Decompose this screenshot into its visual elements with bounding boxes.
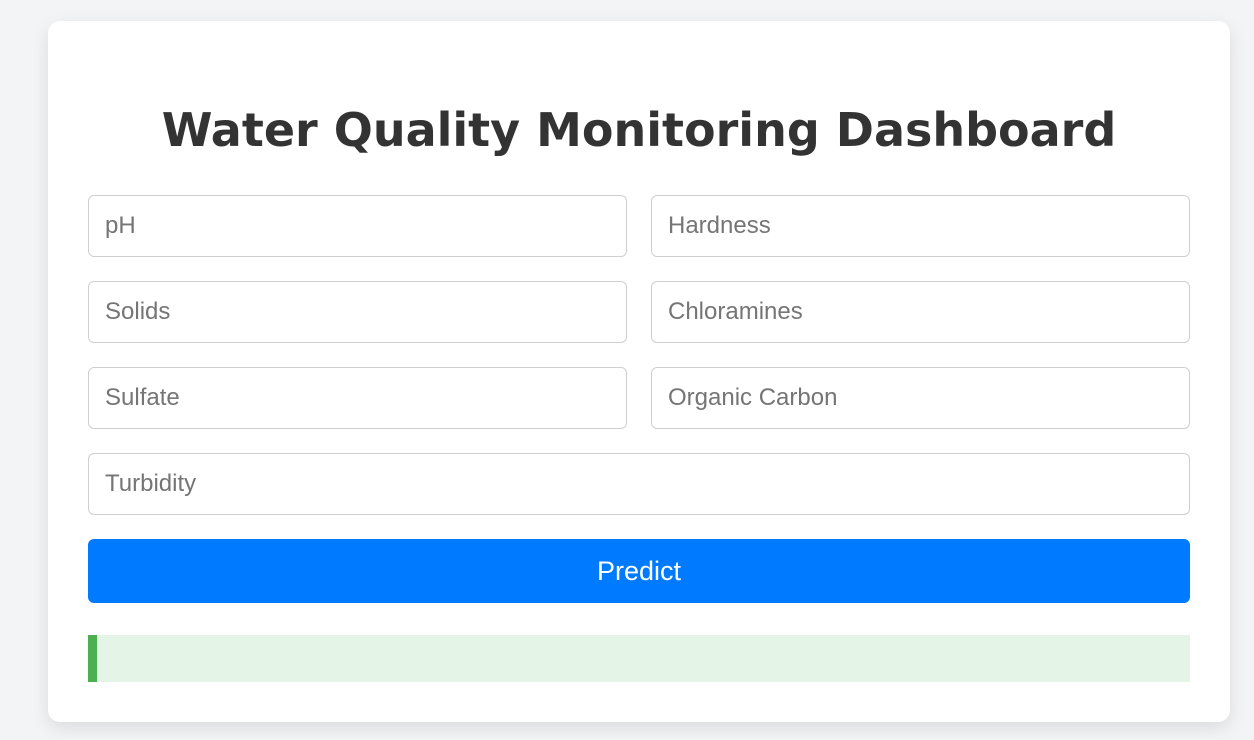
hardness-input[interactable] [651,195,1190,257]
organic-carbon-input[interactable] [651,367,1190,429]
turbidity-input[interactable] [88,453,1190,515]
ph-input[interactable] [88,195,627,257]
predict-button[interactable]: Predict [88,539,1190,603]
dashboard-card: Water Quality Monitoring Dashboard Predi… [48,21,1230,722]
page-title: Water Quality Monitoring Dashboard [161,103,1117,157]
sulfate-input[interactable] [88,367,627,429]
solids-input[interactable] [88,281,627,343]
prediction-result-box [88,635,1190,682]
chloramines-input[interactable] [651,281,1190,343]
